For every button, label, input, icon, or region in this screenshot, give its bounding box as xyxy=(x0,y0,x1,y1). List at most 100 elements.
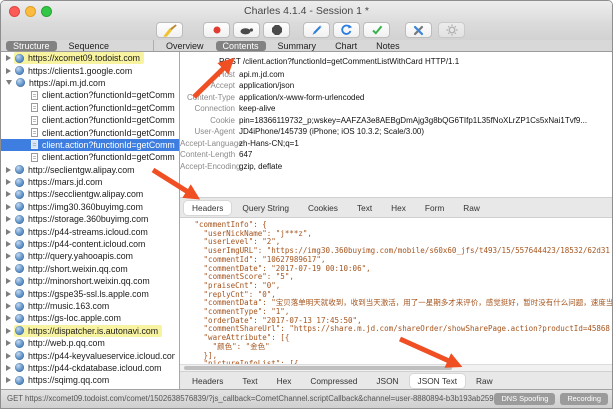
tree-row-request[interactable]: client.action?functionId=getCommen xyxy=(1,151,179,163)
tree-row-request[interactable]: client.action?functionId=getCommen xyxy=(1,89,179,101)
zoom-window-icon[interactable] xyxy=(41,6,52,17)
expand-triangle-icon[interactable] xyxy=(6,253,11,259)
tree-row-host[interactable]: https://gs-loc.apple.com xyxy=(1,312,179,324)
tree-row-host[interactable]: https://secclientgw.alipay.com xyxy=(1,188,179,200)
tree-row-host[interactable]: http://query.yahooapis.com xyxy=(1,250,179,262)
tab-hex[interactable]: Hex xyxy=(383,201,414,215)
tab-chart[interactable]: Chart xyxy=(328,41,364,51)
tab-overview[interactable]: Overview xyxy=(159,41,211,51)
horizontal-scrollbar[interactable] xyxy=(180,364,612,371)
tree-row-content: https://clients1.google.com xyxy=(14,65,136,77)
tree-row-content: client.action?functionId=getCommen xyxy=(30,89,179,101)
expand-triangle-icon[interactable] xyxy=(6,167,11,173)
tree-row-content: http://web.p.qq.com xyxy=(14,337,109,349)
tree-row-host[interactable]: https://clients1.google.com xyxy=(1,64,179,76)
tab-cookies[interactable]: Cookies xyxy=(300,201,346,215)
tree-row-host[interactable]: https://storage.360buyimg.com xyxy=(1,213,179,225)
tab-raw[interactable]: Raw xyxy=(455,201,488,215)
breakpoints-button[interactable] xyxy=(263,22,290,38)
tree-row-label: https://gs-loc.apple.com xyxy=(28,313,121,323)
tree-row-request[interactable]: client.action?functionId=getCommen xyxy=(1,139,179,151)
tree-row-host[interactable]: http://music.163.com xyxy=(1,300,179,312)
expand-triangle-icon[interactable] xyxy=(6,315,11,321)
tab-text[interactable]: Text xyxy=(349,201,380,215)
expand-triangle-icon[interactable] xyxy=(6,179,11,185)
tab-contents[interactable]: Contents xyxy=(216,41,266,51)
tree-row-host[interactable]: http://short.weixin.qq.com xyxy=(1,263,179,275)
tools-button[interactable] xyxy=(405,22,432,38)
expand-triangle-icon[interactable] xyxy=(6,241,11,247)
json-line: "颜色": "金色" xyxy=(190,343,612,352)
tree-row-host[interactable]: https://p44-streams.icloud.com xyxy=(1,225,179,237)
tree-row-host[interactable]: https://gspe35-ssl.ls.apple.com xyxy=(1,287,179,299)
scrollbar-thumb[interactable] xyxy=(184,366,452,370)
tree-row-host[interactable]: https://xcomet09.todoist.com xyxy=(1,52,179,64)
clear-session-button[interactable] xyxy=(156,22,183,38)
header-row: Accept-Languagezh-Hans-CN;q=1 xyxy=(180,138,612,150)
json-text-view: "commentInfo": { "userNickName": "j***z"… xyxy=(180,218,612,369)
tab-text[interactable]: Text xyxy=(234,374,265,388)
header-value: pin=18366119732_p;wskey=AAFZA3e8AEBgDmAj… xyxy=(239,115,587,127)
expand-triangle-icon[interactable] xyxy=(6,340,11,346)
collapse-triangle-icon[interactable] xyxy=(6,80,12,85)
tab-sequence[interactable]: Sequence xyxy=(62,41,117,51)
header-name: User-Agent xyxy=(180,126,235,138)
tab-hex[interactable]: Hex xyxy=(269,374,300,388)
expand-triangle-icon[interactable] xyxy=(6,353,11,359)
tab-headers[interactable]: Headers xyxy=(184,201,231,215)
tree-row-request[interactable]: client.action?functionId=getCommen xyxy=(1,114,179,126)
tree-row-host[interactable]: https://mars.jd.com xyxy=(1,176,179,188)
tab-structure[interactable]: Structure xyxy=(6,41,57,51)
tab-headers[interactable]: Headers xyxy=(184,374,231,388)
settings-button[interactable] xyxy=(438,22,465,38)
tree-row-label: https://api.m.jd.com xyxy=(29,78,105,88)
minimize-window-icon[interactable] xyxy=(25,6,36,17)
tab-notes[interactable]: Notes xyxy=(369,41,407,51)
tab-query-string[interactable]: Query String xyxy=(234,201,297,215)
tree-row-host[interactable]: https://dispatcher.is.autonavi.com xyxy=(1,325,179,337)
close-window-icon[interactable] xyxy=(9,6,20,17)
tree-row-host[interactable]: http://web.p.qq.com xyxy=(1,337,179,349)
tab-compressed[interactable]: Compressed xyxy=(302,374,365,388)
tree-row-host[interactable]: http://seclientgw.alipay.com xyxy=(1,164,179,176)
tab-summary[interactable]: Summary xyxy=(271,41,324,51)
tree-row-request[interactable]: client.action?functionId=getCommen xyxy=(1,126,179,138)
tree-row-host[interactable]: https://p44-content.icloud.com xyxy=(1,238,179,250)
tab-form[interactable]: Form xyxy=(417,201,452,215)
expand-triangle-icon[interactable] xyxy=(6,55,11,61)
record-button[interactable] xyxy=(203,22,230,38)
tree-row-host[interactable]: https://p44-keyvalueservice.icloud.com xyxy=(1,349,179,361)
expand-triangle-icon[interactable] xyxy=(6,204,11,210)
expand-triangle-icon[interactable] xyxy=(6,303,11,309)
host-globe-icon xyxy=(15,215,24,224)
host-globe-icon xyxy=(15,227,24,236)
expand-triangle-icon[interactable] xyxy=(6,328,11,334)
expand-triangle-icon[interactable] xyxy=(6,278,11,284)
expand-triangle-icon[interactable] xyxy=(6,191,11,197)
tree-row-request[interactable]: client.action?functionId=getCommen xyxy=(1,102,179,114)
expand-triangle-icon[interactable] xyxy=(6,68,11,74)
tree-row-host[interactable]: https://img30.360buyimg.com xyxy=(1,201,179,213)
tree-row-host[interactable]: https://p44-ckdatabase.icloud.com xyxy=(1,362,179,374)
expand-triangle-icon[interactable] xyxy=(6,365,11,371)
expand-triangle-icon[interactable] xyxy=(6,377,11,383)
tree-row-host[interactable]: http://minorshort.weixin.qq.com xyxy=(1,275,179,287)
status-badges: DNS SpoofingRecording xyxy=(494,393,608,405)
tree-row-host[interactable]: https://api.m.jd.com xyxy=(1,77,179,89)
compose-button[interactable] xyxy=(303,22,330,38)
throttle-button[interactable] xyxy=(233,22,260,38)
tree-row-label: https://p44-keyvalueservice.icloud.com xyxy=(28,351,175,361)
expand-triangle-icon[interactable] xyxy=(6,229,11,235)
tab-json-text[interactable]: JSON Text xyxy=(410,374,466,388)
header-row: Acceptapplication/json xyxy=(180,80,612,92)
expand-triangle-icon[interactable] xyxy=(6,216,11,222)
tab-json[interactable]: JSON xyxy=(368,374,406,388)
expand-triangle-icon[interactable] xyxy=(6,266,11,272)
tree-row-host[interactable]: https://sqimg.qq.com xyxy=(1,374,179,386)
tree-row-label: https://mars.jd.com xyxy=(28,177,102,187)
tree-row-label: client.action?functionId=getCommen xyxy=(42,128,175,138)
tab-raw[interactable]: Raw xyxy=(468,374,501,388)
validate-button[interactable] xyxy=(363,22,390,38)
repeat-button[interactable] xyxy=(333,22,360,38)
expand-triangle-icon[interactable] xyxy=(6,291,11,297)
